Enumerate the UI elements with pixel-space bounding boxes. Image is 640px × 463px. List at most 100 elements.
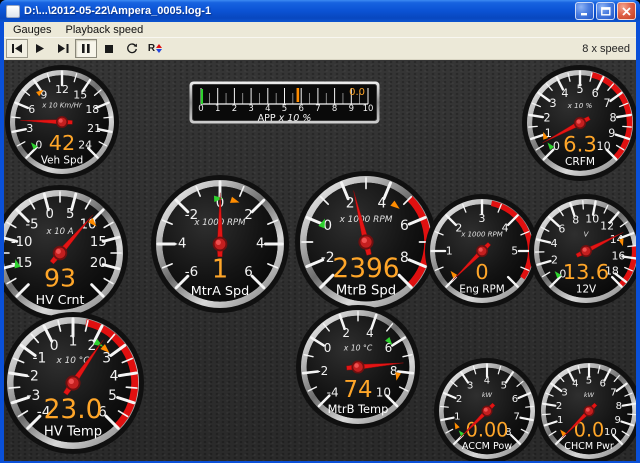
play-icon [36,44,45,53]
maximize-button[interactable] [596,2,615,20]
svg-text:10: 10 [585,212,599,225]
svg-text:0: 0 [475,260,488,284]
skip-end-icon [58,44,69,53]
gauge-mtrb-temp: -4-20246810x 10 °C74MtrB Temp [295,304,421,435]
svg-text:CRFM: CRFM [565,156,595,168]
svg-text:93: 93 [44,264,76,293]
svg-text:8: 8 [609,111,616,124]
svg-text:4: 4 [551,237,558,250]
svg-text:7: 7 [610,388,616,399]
svg-text:kW: kW [482,391,493,399]
stop-icon [105,45,113,53]
svg-text:23.0: 23.0 [44,394,103,425]
svg-text:-15: -15 [11,256,33,271]
svg-text:x 1000 RPM: x 1000 RPM [339,215,393,225]
gauge-veh-spd: 03691215182124x 10 Km/Hr42Veh Spd [4,64,120,185]
svg-text:kW: kW [584,391,595,399]
maximize-icon [601,7,611,16]
svg-text:13.6: 13.6 [563,260,609,284]
svg-text:2396: 2396 [332,253,399,284]
title-bar[interactable]: D:\...\2012-05-22\Ampera_0005.log-1 [0,0,640,22]
svg-text:4: 4 [561,87,568,100]
r-speed-icon [156,44,162,53]
close-button[interactable] [617,2,636,20]
svg-text:-6: -6 [185,265,198,280]
svg-text:HV Temp: HV Temp [44,424,102,439]
svg-text:1: 1 [215,104,220,114]
loop-button[interactable] [121,39,143,58]
svg-text:-4: -4 [327,385,339,399]
pause-button[interactable] [75,39,97,58]
svg-text:Veh Spd: Veh Spd [41,154,83,166]
menu-playback-speed[interactable]: Playback speed [59,23,151,37]
svg-text:1: 1 [446,245,453,258]
svg-text:x 10 A: x 10 A [45,227,73,237]
skip-end-button[interactable] [52,39,74,58]
svg-text:1: 1 [212,255,228,285]
svg-text:6: 6 [28,103,35,116]
svg-text:5: 5 [501,380,507,391]
svg-text:MtrA Spd: MtrA Spd [191,284,250,299]
svg-text:9: 9 [615,415,621,426]
window-title: D:\...\2012-05-22\Ampera_0005.log-1 [24,5,573,17]
loop-icon [126,43,138,55]
svg-text:HV Crnt: HV Crnt [36,292,85,307]
gauge-app: 0123456789100.0APP x 10 % [189,81,380,129]
svg-text:7: 7 [603,97,610,110]
svg-text:2: 2 [342,326,350,340]
svg-text:4: 4 [377,196,386,212]
svg-text:10: 10 [376,385,391,399]
svg-text:x 10 °C: x 10 °C [343,344,373,353]
svg-text:12: 12 [600,219,614,232]
svg-text:2: 2 [543,111,550,124]
svg-text:6: 6 [400,218,409,234]
svg-text:0.00: 0.00 [466,419,509,442]
gauge-hv-crnt: -15-10-505101520x 10 A93HV Crnt [4,184,129,327]
svg-text:3: 3 [26,122,33,135]
svg-text:18: 18 [85,103,99,116]
svg-text:5: 5 [66,207,74,222]
svg-text:-1: -1 [32,351,46,367]
svg-text:16: 16 [611,249,625,262]
play-button[interactable] [29,39,51,58]
svg-text:0: 0 [46,207,54,222]
svg-text:5: 5 [586,375,592,386]
svg-text:9: 9 [40,88,47,101]
svg-text:3: 3 [102,351,111,367]
svg-text:4: 4 [572,379,578,390]
svg-text:6: 6 [558,222,565,235]
stop-button[interactable] [98,39,120,58]
gauge-mtrb-spd: -202468x 1000 RPM2396MtrB Spd [294,170,438,319]
svg-text:8: 8 [332,104,337,114]
r-speed-button[interactable]: R [144,39,166,58]
svg-text:-10: -10 [11,235,33,250]
menu-gauges[interactable]: Gauges [6,23,59,37]
minimize-button[interactable] [575,2,594,20]
svg-text:-5: -5 [25,217,38,232]
r-speed-label: R [148,43,155,54]
svg-text:MtrB Temp: MtrB Temp [328,402,389,416]
svg-text:8: 8 [400,250,409,266]
svg-text:6: 6 [512,394,518,405]
svg-text:1: 1 [454,411,460,422]
gauge-chcm-pwr: 12345678910kW0.0CHCM Pwr [535,357,636,461]
svg-text:9: 9 [349,104,354,114]
svg-text:8: 8 [572,213,579,226]
svg-text:1: 1 [69,333,78,349]
svg-text:8: 8 [616,401,622,412]
svg-text:3: 3 [248,104,253,114]
svg-text:1: 1 [557,415,563,426]
svg-text:APP x 10 %: APP x 10 % [258,113,312,124]
svg-text:4: 4 [110,369,119,385]
svg-text:21: 21 [87,122,101,135]
svg-text:5: 5 [576,83,583,96]
skip-start-button[interactable] [6,39,28,58]
svg-text:10: 10 [363,104,374,114]
svg-text:20: 20 [90,256,107,271]
svg-text:ACCM Pow: ACCM Pow [462,441,512,452]
gauge-hv-temp: -4-3-2-10123456x 10 °C23.0HV Temp [4,311,145,460]
svg-text:24: 24 [78,139,92,152]
svg-text:-4: -4 [173,237,186,252]
svg-text:0.0: 0.0 [349,87,365,98]
svg-text:5: 5 [511,245,518,258]
